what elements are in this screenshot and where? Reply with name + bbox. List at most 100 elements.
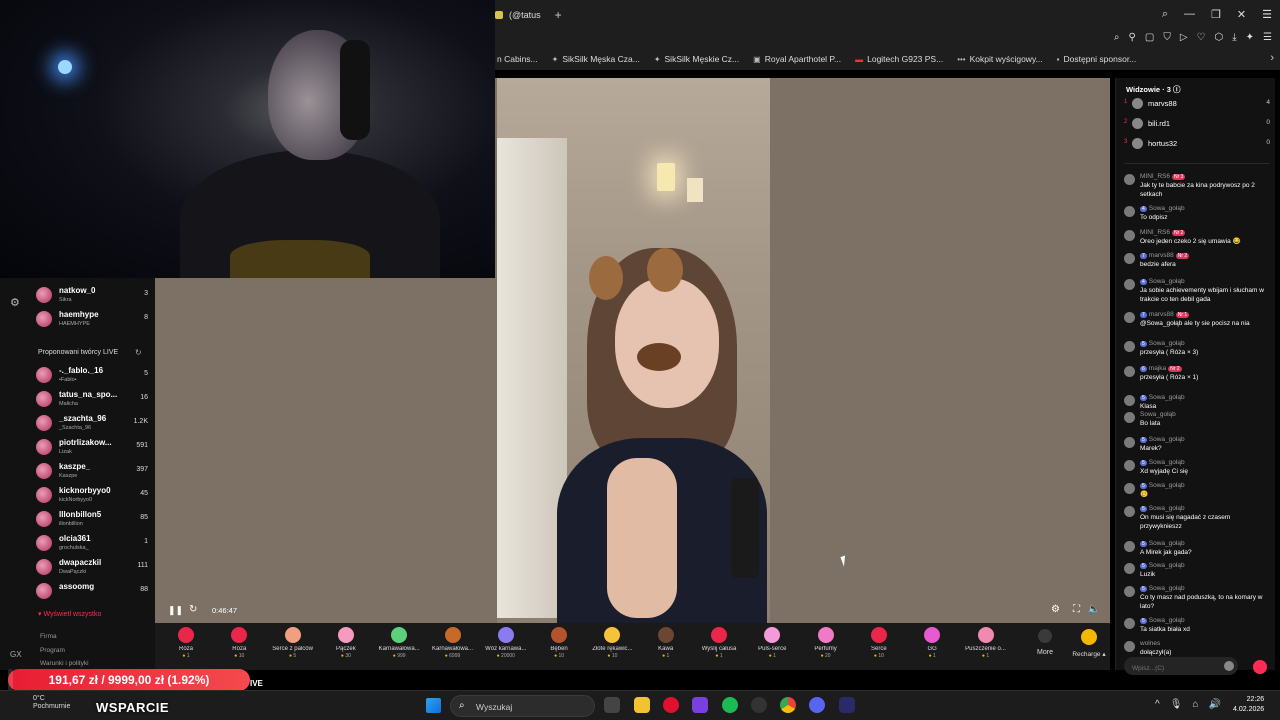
suggested-creator-item[interactable]: lllonbillon5 illonbillion 85 — [36, 508, 148, 530]
download-icon[interactable]: ⤓ — [1232, 32, 1236, 43]
file-explorer-icon[interactable] — [634, 697, 650, 713]
windows-start-icon[interactable] — [426, 698, 441, 713]
play-icon[interactable]: ▷ — [1180, 32, 1188, 43]
reload-icon[interactable]: ↻ — [189, 604, 197, 615]
gift-item[interactable]: Wyślij całusa1 — [693, 627, 745, 659]
sidebar-followed-item[interactable]: natkow_0 Sikra 3 — [36, 284, 148, 306]
suggested-creator-item[interactable]: piotrlizakow... Lizak 591 — [36, 436, 148, 458]
emoji-icon[interactable] — [1224, 661, 1234, 671]
menu-icon[interactable]: ☰ — [1262, 8, 1272, 21]
volume-icon[interactable]: 🔈 — [1088, 604, 1100, 615]
gift-item[interactable]: Kawa1 — [640, 627, 692, 659]
fullscreen-icon[interactable]: ⛶ — [1073, 604, 1080, 615]
viewer-item[interactable]: 2 bili.rd1 0 — [1124, 116, 1270, 132]
suggested-creator-item[interactable]: assoomg ㅤ 88 — [36, 580, 148, 602]
chat-text: bedzie afera — [1140, 261, 1176, 268]
viewer-item[interactable]: 3 hortus32 0 — [1124, 136, 1270, 152]
bookmarks-overflow-icon[interactable]: › — [1270, 52, 1274, 64]
avatar — [36, 583, 52, 599]
suggested-creator-item[interactable]: dwapaczkil DwaPączki 111 — [36, 556, 148, 578]
avatar — [36, 391, 52, 407]
restore-icon[interactable]: ❐ — [1211, 8, 1221, 21]
gift-item[interactable]: Bęben10 — [533, 627, 585, 659]
gift-item[interactable]: Róża10 — [213, 627, 265, 659]
volume-icon[interactable]: 🔊 — [1208, 699, 1220, 710]
show-all-link[interactable]: ▾ Wyświetl wszystko — [38, 610, 101, 618]
gift-item[interactable]: Pączek30 — [320, 627, 372, 659]
weather-widget[interactable]: 0°C Pochmurnie — [33, 695, 70, 712]
gift-item[interactable]: Karnawałowa...6999 — [427, 627, 479, 659]
close-icon[interactable]: ✕ — [1237, 8, 1246, 21]
gift-item[interactable]: Serce10 — [853, 627, 905, 659]
app-icon[interactable] — [692, 697, 708, 713]
ai-icon[interactable]: ✦ — [1246, 32, 1254, 43]
bookmark[interactable]: ▣ Royal Aparthotel P... — [753, 54, 841, 64]
new-tab-button[interactable]: + — [555, 8, 562, 22]
settings-icon[interactable]: ⚙ — [1051, 604, 1060, 615]
system-clock[interactable]: 22:26 4.02.2026 — [1233, 695, 1264, 715]
refresh-icon[interactable]: ↻ — [135, 348, 142, 357]
app-icon[interactable] — [839, 697, 855, 713]
task-view-icon[interactable] — [604, 697, 620, 713]
bookmark[interactable]: ✦ SikSilk Męskie Cz... — [654, 54, 739, 64]
suggested-creator-item[interactable]: _szachta_96 _Szachta_96 1.2K — [36, 412, 148, 434]
viewer-item[interactable]: 1 marvs88 4 — [1124, 96, 1270, 112]
gift-icon[interactable] — [1253, 660, 1267, 674]
footer-link[interactable]: Warunki i polityki — [40, 660, 89, 667]
avatar — [1132, 138, 1143, 149]
extension-icon[interactable]: ⬡ — [1214, 32, 1223, 43]
network-icon[interactable]: ⌂ — [1192, 699, 1198, 710]
search-icon[interactable]: ⌕ — [1162, 8, 1168, 21]
gift-icon — [231, 627, 248, 643]
chat-username: Sowa_gołąb — [1148, 340, 1185, 347]
gift-item[interactable]: Puls-serce1 — [746, 627, 798, 659]
gift-item[interactable]: GG1 — [906, 627, 958, 659]
settings-icon[interactable]: ☰ — [1263, 32, 1272, 43]
spotify-icon[interactable] — [722, 697, 738, 713]
browser-tab[interactable]: (@tatus — [495, 10, 551, 20]
suggested-creator-item[interactable]: -._fablo._16 •Fablo• 5 — [36, 364, 148, 386]
chrome-icon[interactable] — [780, 697, 796, 713]
pause-icon[interactable]: ❚❚ — [168, 605, 183, 616]
pin-icon[interactable]: ⚲ — [1129, 32, 1136, 43]
avatar — [36, 463, 52, 479]
footer-link[interactable]: Program — [40, 647, 65, 654]
chat-input[interactable] — [1124, 659, 1238, 678]
shield-icon[interactable]: ⛉ — [1163, 32, 1171, 43]
more-gifts-button[interactable]: More — [1025, 629, 1065, 656]
gift-item[interactable]: Róża1 — [160, 627, 212, 659]
suggested-creator-item[interactable]: tatus_na_spo... Malicha 16 — [36, 388, 148, 410]
live-video[interactable] — [497, 78, 770, 623]
bookmark[interactable]: n Cabins... — [497, 54, 538, 64]
gift-item[interactable]: Złote rękawic...10 — [586, 627, 638, 659]
suggested-creator-item[interactable]: kaszpe_ Kaszpe 397 — [36, 460, 148, 482]
taskbar-search[interactable]: ⌕ Wyszukaj — [450, 695, 595, 717]
bookmark[interactable]: ▪ Dostępni sponsor... — [1057, 54, 1137, 64]
sidebar-followed-item[interactable]: haemhype HAEMHYPE 8 — [36, 308, 148, 330]
zoom-icon[interactable]: ⌕ — [1114, 32, 1120, 43]
gift-item[interactable]: Puszczenie o...1 — [960, 627, 1012, 659]
suggested-creator-item[interactable]: olcia361 grochulska_ 1 — [36, 532, 148, 554]
bookmark[interactable]: ▬ Logitech G923 PS... — [855, 54, 943, 64]
settings-icon[interactable]: ⚙ — [10, 296, 20, 309]
gift-item[interactable]: Serce z palców5 — [267, 627, 319, 659]
bookmark[interactable]: ✦ SikSilk Męska Cza... — [552, 54, 640, 64]
recharge-button[interactable]: Recharge ▴ — [1069, 629, 1109, 658]
heart-icon[interactable]: ♡ — [1197, 32, 1206, 43]
steam-icon[interactable] — [751, 697, 767, 713]
microphone-icon[interactable]: 🎙 — [1170, 699, 1183, 710]
avatar — [1124, 563, 1135, 574]
bookmark[interactable]: ••• Kokpit wyścigowy... — [957, 54, 1042, 64]
footer-link[interactable]: Firma — [40, 633, 57, 640]
suggested-creator-item[interactable]: kicknorbyyo0 kickNorbyyo0 45 — [36, 484, 148, 506]
discord-icon[interactable] — [809, 697, 825, 713]
gift-item[interactable]: Perfumy20 — [800, 627, 852, 659]
minimize-icon[interactable]: — — [1184, 8, 1195, 21]
gift-item[interactable]: Karnawałowa...999 — [373, 627, 425, 659]
gift-icon — [391, 627, 408, 643]
screenshot-icon[interactable]: ▢ — [1145, 32, 1154, 43]
gift-icon — [337, 627, 354, 643]
tray-overflow-icon[interactable]: ^ — [1155, 699, 1160, 710]
gift-item[interactable]: Wóz karnawa...20000 — [480, 627, 532, 659]
opera-icon[interactable] — [663, 697, 679, 713]
